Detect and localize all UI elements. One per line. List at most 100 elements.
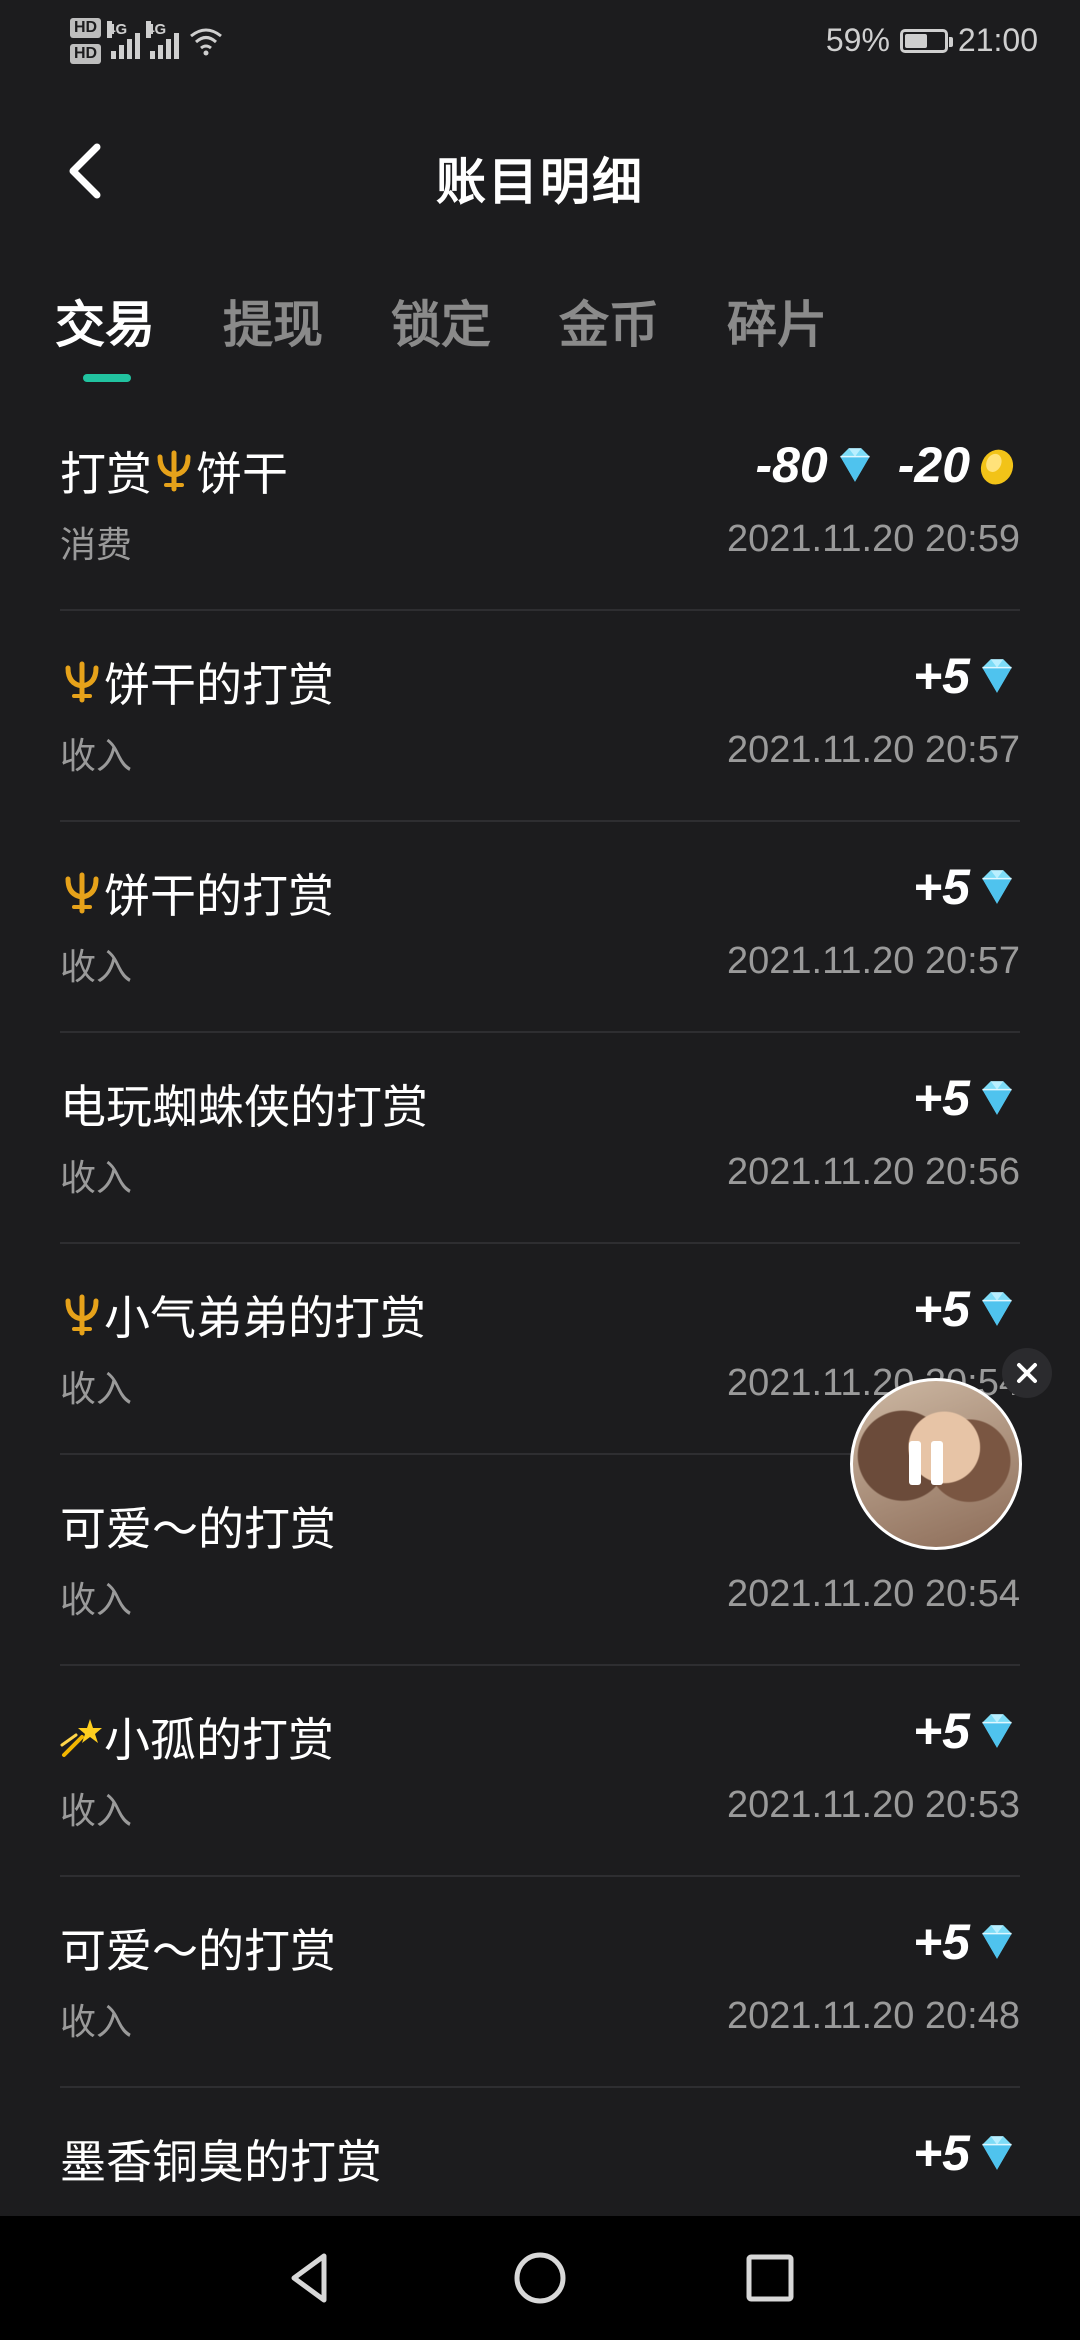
tab-4[interactable]: 碎片 xyxy=(727,290,845,360)
close-floating-player-button[interactable] xyxy=(1002,1348,1052,1398)
tab-label: 金币 xyxy=(559,296,659,354)
trident-icon xyxy=(60,1293,104,1337)
square-recents-icon xyxy=(746,2254,794,2302)
amount-value: +5 xyxy=(912,1070,970,1126)
network-type-2: 4G xyxy=(146,21,167,38)
amount-coins: -20 xyxy=(898,436,1020,494)
diamond-icon xyxy=(974,1286,1020,1332)
transaction-type: 消费 xyxy=(60,525,133,566)
transaction-time: 2021.11.20 20:53 xyxy=(726,1784,1020,1826)
amount-value: -20 xyxy=(897,437,970,493)
diamond-icon xyxy=(832,442,878,488)
nav-home-button[interactable] xyxy=(500,2238,580,2318)
transaction-amount: -80 -20 xyxy=(755,436,1020,494)
diamond-icon xyxy=(974,2130,1020,2176)
amount-value: +5 xyxy=(912,1281,970,1337)
page-title: 账目明细 xyxy=(436,153,644,211)
transaction-list: 打赏 饼干 消费 -80 -20 2021.11.20 20:59 饼干的打赏 收入 +5 202… xyxy=(60,400,1020,2299)
status-bar: HD HD 4G 4G 59% 21:00 xyxy=(0,0,1080,90)
transaction-type: 收入 xyxy=(60,1791,133,1832)
amount-value: -80 xyxy=(755,437,828,493)
active-tab-indicator xyxy=(83,374,131,382)
shooting-star-icon xyxy=(60,1715,104,1759)
tab-3[interactable]: 金币 xyxy=(559,290,677,360)
amount-diamonds: -80 xyxy=(755,436,877,494)
transaction-type: 收入 xyxy=(60,2002,133,2043)
transaction-row[interactable]: 饼干的打赏 收入 +5 2021.11.20 20:57 xyxy=(60,611,1020,822)
transaction-amount: +5 xyxy=(913,2124,1020,2182)
transaction-amount: +5 xyxy=(913,858,1020,916)
system-nav-bar xyxy=(0,2216,1080,2340)
transaction-title-text: 可爱～的打赏 xyxy=(60,1924,336,1978)
transaction-title-text: 可爱～的打赏 xyxy=(60,1502,336,1556)
nav-back-button[interactable] xyxy=(270,2238,350,2318)
status-right: 59% 21:00 xyxy=(826,22,1038,59)
diamond-icon xyxy=(974,653,1020,699)
transaction-title-text: 打赏 xyxy=(60,447,152,501)
transaction-time: 2021.11.20 20:57 xyxy=(726,940,1020,982)
transaction-title: 饼干的打赏 xyxy=(60,860,334,926)
tab-label: 交易 xyxy=(55,296,155,354)
clock: 21:00 xyxy=(957,22,1038,58)
transaction-row[interactable]: 打赏 饼干消费 -80 -20 2021.11.20 20:59 xyxy=(60,400,1020,611)
trident-icon xyxy=(60,660,104,704)
hd-badge-1: HD xyxy=(70,18,102,38)
tab-1[interactable]: 提现 xyxy=(223,290,341,360)
transaction-amount: +5 xyxy=(913,647,1020,705)
transaction-type: 收入 xyxy=(60,1580,133,1621)
tab-label: 锁定 xyxy=(391,296,491,354)
circle-home-icon xyxy=(514,2252,566,2304)
wifi-icon xyxy=(190,28,223,56)
transaction-title-text: 小气弟弟的打赏 xyxy=(104,1291,426,1345)
nav-recents-button[interactable] xyxy=(730,2238,810,2318)
transaction-title-text: 饼干 xyxy=(196,447,288,501)
tab-bar: 交易 提现 锁定 金币 碎片 xyxy=(55,290,845,382)
amount-diamonds: +5 xyxy=(913,2124,1020,2182)
transaction-row[interactable]: 饼干的打赏收入 +5 2021.11.20 20:57 xyxy=(60,822,1020,1033)
triangle-back-icon xyxy=(291,2253,327,2303)
diamond-icon xyxy=(974,1075,1020,1121)
transaction-amount: +5 xyxy=(913,1913,1020,1971)
tab-2[interactable]: 锁定 xyxy=(391,290,509,360)
app-header: 账目明细 xyxy=(0,120,1080,230)
trident-icon xyxy=(152,449,196,493)
transaction-row[interactable]: 小孤的打赏收入 +5 2021.11.20 20:53 xyxy=(60,1666,1020,1877)
transaction-amount: +5 xyxy=(913,1280,1020,1338)
transaction-title-text: 墨香铜臭的打赏 xyxy=(60,2135,382,2189)
transaction-time: 2021.11.20 20:56 xyxy=(726,1151,1020,1193)
diamond-icon xyxy=(974,1708,1020,1754)
transaction-title-text: 电玩蜘蛛侠的打赏 xyxy=(60,1080,428,1134)
transaction-title-text: 饼干的打赏 xyxy=(104,869,334,923)
transaction-time: 2021.11.20 20:57 xyxy=(726,729,1020,771)
amount-value: +5 xyxy=(912,648,970,704)
transaction-amount: +5 xyxy=(913,1702,1020,1760)
transaction-row[interactable]: 可爱～的打赏收入 +5 2021.11.20 20:48 xyxy=(60,1877,1020,2088)
trident-icon xyxy=(60,871,104,915)
amount-diamonds: +5 xyxy=(913,1069,1020,1127)
floating-player[interactable] xyxy=(850,1378,1022,1550)
transaction-type: 收入 xyxy=(60,1158,133,1199)
hd-indicators: HD HD xyxy=(70,18,102,64)
amount-diamonds: +5 xyxy=(913,1913,1020,1971)
transaction-type: 收入 xyxy=(60,1369,133,1410)
signal-icon-1: 4G xyxy=(107,21,141,59)
hd-badge-2: HD xyxy=(70,44,102,64)
transaction-row[interactable]: 电玩蜘蛛侠的打赏收入 +5 2021.11.20 20:56 xyxy=(60,1033,1020,1244)
transaction-time: 2021.11.20 20:48 xyxy=(726,1995,1020,2037)
gold-coin-icon xyxy=(974,442,1020,488)
pause-icon[interactable] xyxy=(909,1441,943,1485)
status-indicators: HD HD 4G 4G xyxy=(70,18,223,64)
diamond-icon xyxy=(974,864,1020,910)
transaction-title: 打赏 饼干 xyxy=(60,438,288,504)
transaction-time: 2021.11.20 20:54 xyxy=(726,1573,1020,1615)
transaction-type: 收入 xyxy=(60,947,133,988)
tab-0[interactable]: 交易 xyxy=(55,290,173,382)
diamond-icon xyxy=(974,1919,1020,1965)
amount-diamonds: +5 xyxy=(913,1280,1020,1338)
transaction-time: 2021.11.20 20:59 xyxy=(726,518,1020,560)
transaction-type: 收入 xyxy=(60,736,133,777)
signal-icon-2: 4G xyxy=(146,21,180,59)
amount-value: +5 xyxy=(912,859,970,915)
transaction-title-text: 小孤的打赏 xyxy=(104,1713,334,1767)
transaction-title: 可爱～的打赏 xyxy=(60,1493,336,1559)
